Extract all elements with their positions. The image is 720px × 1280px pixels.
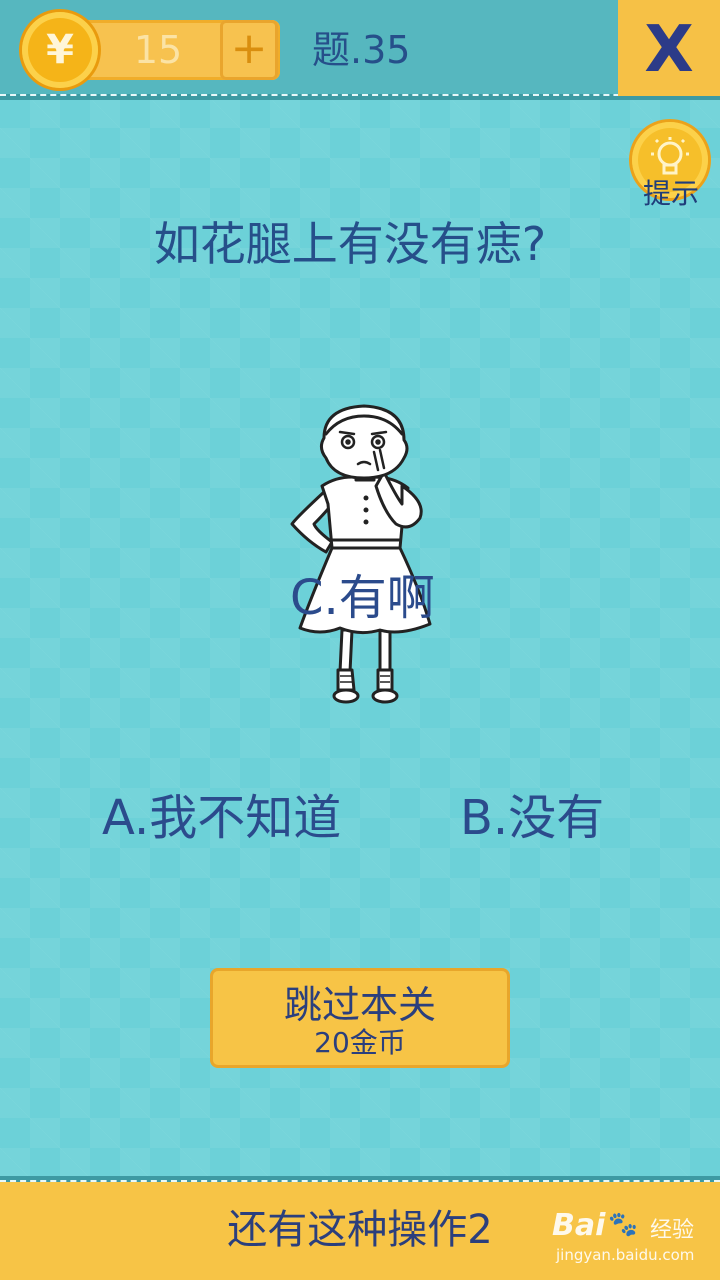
baidu-logo: Bai (552, 1208, 606, 1243)
answer-option-a[interactable]: A.我不知道 (102, 786, 341, 850)
level-number: 题.35 (312, 28, 411, 72)
answer-option-b[interactable]: B.没有 (460, 786, 604, 850)
coin-count: 15 (133, 28, 183, 72)
question-text: 如花腿上有没有痣? (153, 217, 547, 271)
baidu-watermark: Bai 🐾 经验 jingyan.baidu.com (552, 1208, 712, 1268)
skip-level-label: 跳过本关 (283, 983, 436, 1027)
top-divider (0, 94, 720, 100)
paw-icon: 🐾 (608, 1210, 638, 1238)
skip-level-button[interactable]: 跳过本关 20金币 (210, 968, 510, 1068)
baidu-jingyan-label: 经验 (650, 1218, 695, 1243)
girl-illustration[interactable] (280, 400, 440, 710)
watermark-url: jingyan.baidu.com (556, 1246, 695, 1264)
answer-option-c[interactable]: C.有啊 (290, 566, 435, 630)
close-button[interactable]: X (618, 0, 720, 96)
add-coins-button[interactable]: + (220, 20, 278, 80)
hint-label[interactable]: 提示 (636, 172, 706, 212)
coin-icon: ¥ (22, 12, 98, 88)
skip-cost-label: 20金币 (314, 1026, 406, 1059)
